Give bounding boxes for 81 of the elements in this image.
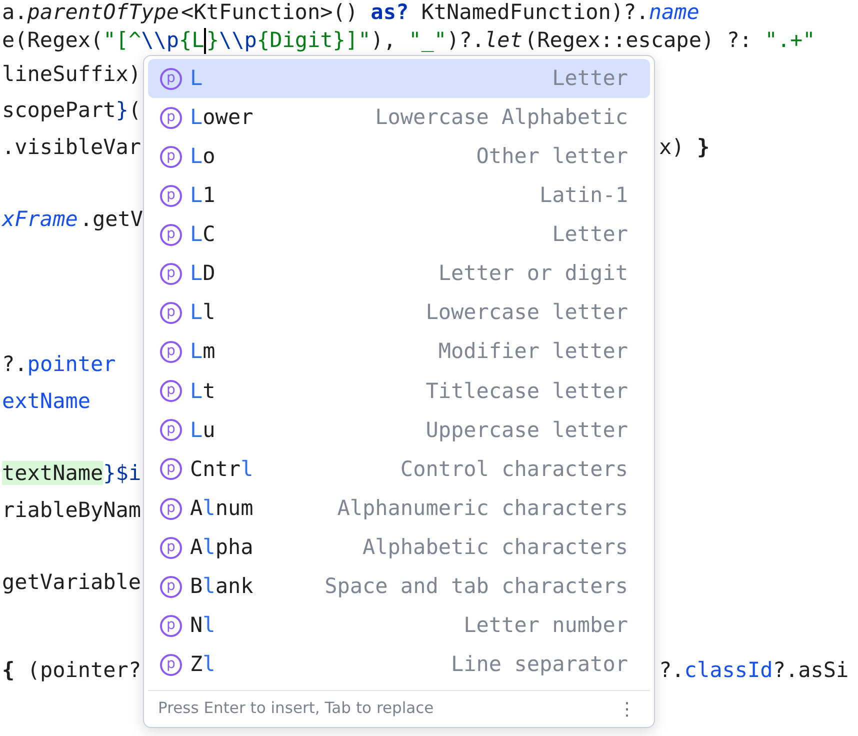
code-line: ?.pointer <box>2 351 116 378</box>
code-line: textName}$i <box>2 460 142 488</box>
completion-item[interactable]: p Alnum Alphanumeric characters <box>148 489 650 528</box>
code-line: ?.classId?.asSi <box>659 656 849 684</box>
item-name: Alpha <box>190 534 254 561</box>
property-icon: p <box>160 184 182 207</box>
item-description: Lowercase Alphabetic <box>375 104 628 131</box>
item-description: Line separator <box>450 651 628 678</box>
item-description: Uppercase letter <box>426 416 628 444</box>
item-name: L1 <box>190 182 216 210</box>
code-line: scopePart}( <box>2 97 142 124</box>
completion-item[interactable]: p L Letter <box>148 59 650 98</box>
completion-item[interactable]: p Lower Lowercase Alphabetic <box>148 98 650 138</box>
completion-item[interactable]: p Alpha Alphabetic characters <box>148 528 650 568</box>
more-menu[interactable]: ⋮ <box>618 696 636 722</box>
item-name: LD <box>190 260 216 288</box>
item-name: Cntrl <box>190 456 254 483</box>
code-line: { (pointer? <box>2 656 142 684</box>
item-name: Blank <box>190 573 254 600</box>
property-icon: p <box>160 536 182 559</box>
code-line: a.parentOfType<KtFunction>() as? KtNamedFunction)?.name <box>2 0 700 24</box>
item-description: Other letter <box>476 142 628 170</box>
item-description: Lowercase letter <box>426 299 628 326</box>
property-icon: p <box>160 498 182 520</box>
completion-item[interactable]: p Ll Lowercase letter <box>148 294 650 333</box>
item-description: Letter or digit <box>438 260 628 288</box>
item-description: Letter number <box>464 612 628 640</box>
item-name: L <box>190 64 203 92</box>
item-description: Latin-1 <box>539 182 628 210</box>
item-name: Nl <box>190 612 216 640</box>
item-name: LC <box>190 221 216 248</box>
item-description: Letter <box>552 221 628 248</box>
item-description: Alphanumeric characters <box>337 494 628 522</box>
item-description: Titlecase letter <box>426 378 628 405</box>
item-description: Space and tab characters <box>324 573 628 600</box>
completion-item[interactable]: p Lm Modifier letter <box>148 332 650 372</box>
item-name: Ll <box>190 299 216 326</box>
completion-item[interactable]: p Blank Space and tab characters <box>148 567 650 606</box>
code-line: xFrame.getV <box>2 206 144 234</box>
text-cursor <box>204 28 206 54</box>
property-icon: p <box>160 263 182 286</box>
code-line: x) } <box>659 134 710 161</box>
hint-text: Press Enter to insert, Tab to replace <box>158 698 434 720</box>
item-name: Lo <box>190 142 216 170</box>
completion-item[interactable]: p Lo Other letter <box>148 137 650 176</box>
item-description: Letter <box>552 64 628 92</box>
completion-item[interactable]: p Cntrl Control characters <box>148 450 650 490</box>
property-icon: p <box>160 458 182 480</box>
item-name: Lu <box>190 416 216 444</box>
property-icon: p <box>160 380 182 402</box>
item-name: Lt <box>190 378 216 405</box>
completion-item[interactable]: p Zl Line separator <box>148 645 650 684</box>
code-line: .visibleVar <box>2 134 142 161</box>
completion-item[interactable]: p L1 Latin-1 <box>148 176 650 216</box>
property-icon: p <box>160 302 182 324</box>
property-icon: p <box>160 224 182 246</box>
completion-item[interactable]: p Nl Letter number <box>148 606 650 646</box>
property-icon: p <box>160 146 182 168</box>
completion-item[interactable]: p Lu Uppercase letter <box>148 410 650 450</box>
item-name: Lm <box>190 338 216 366</box>
item-name: Zl <box>190 651 216 678</box>
property-icon: p <box>160 341 182 364</box>
code-line: getVariable <box>2 569 142 596</box>
property-icon: p <box>160 68 182 90</box>
property-icon: p <box>160 654 182 676</box>
completion-item[interactable]: p LD Letter or digit <box>148 254 650 294</box>
code-line: lineSuffix) <box>2 61 142 88</box>
property-icon: p <box>160 614 182 637</box>
completion-item[interactable]: p Lt Titlecase letter <box>148 372 650 411</box>
code-line: riableByNam <box>2 496 142 524</box>
item-name: Alnum <box>190 494 254 522</box>
item-description: Control characters <box>400 456 628 483</box>
property-icon: p <box>160 106 182 129</box>
completion-item[interactable]: p LC Letter <box>148 215 650 254</box>
item-description: Modifier letter <box>438 338 628 366</box>
code-line: e(Regex("[^\\p{L}\\p{Digit}]"), "_")?.let(Regex::escape) ?: ".+" <box>2 24 816 56</box>
item-name: Lower <box>190 104 254 131</box>
code-line: extName <box>2 388 91 415</box>
item-description: Alphabetic characters <box>362 534 628 561</box>
property-icon: p <box>160 419 182 442</box>
property-icon: p <box>160 576 182 598</box>
